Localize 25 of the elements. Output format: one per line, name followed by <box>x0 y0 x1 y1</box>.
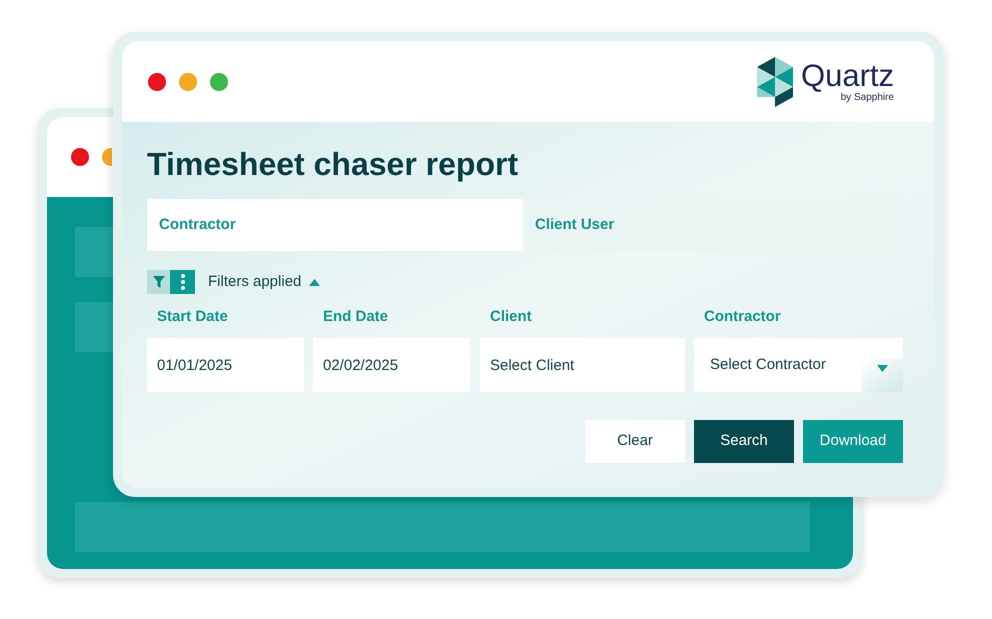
caret-down-icon <box>862 359 903 392</box>
filters-toggle[interactable]: Filters applied <box>208 270 320 294</box>
more-options-icon[interactable] <box>170 270 195 294</box>
input-field[interactable]: 02/02/2025 <box>313 338 470 392</box>
page-title: Timesheet chaser report <box>147 145 518 184</box>
search-tab[interactable]: Contractor <box>147 199 523 251</box>
field-label: End Date <box>322 307 390 327</box>
window-control-icon[interactable] <box>102 148 112 166</box>
dropdown-field[interactable]: Select Contractor <box>694 338 903 392</box>
logo-icon <box>756 56 793 106</box>
brand-tagline: by Sapphire <box>840 92 894 104</box>
field-label: Start Date <box>156 307 229 327</box>
action-button[interactable]: Clear <box>585 420 685 463</box>
window-control-icon[interactable] <box>179 72 197 90</box>
input-field[interactable]: Select Client <box>480 338 685 392</box>
filter-icon[interactable] <box>147 270 170 294</box>
field-label: Client <box>489 307 533 327</box>
brand-name: Quartz <box>800 60 894 92</box>
input-field[interactable]: 01/01/2025 <box>147 338 304 392</box>
action-button[interactable]: Search <box>694 420 794 463</box>
window-control-icon[interactable] <box>210 72 228 90</box>
window-control-icon[interactable] <box>148 72 166 90</box>
caret-up-icon <box>309 278 320 286</box>
window-control-icon[interactable] <box>71 148 89 166</box>
field-label: Contractor <box>703 307 782 327</box>
